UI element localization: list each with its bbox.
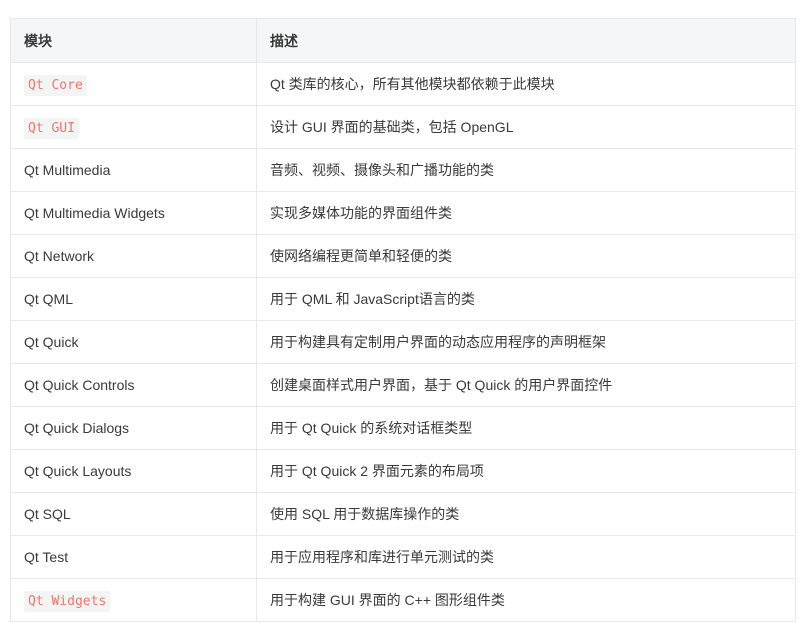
module-cell: Qt Quick Dialogs (10, 406, 257, 450)
table-row: Qt Core Qt 类库的核心，所有其他模块都依赖于此模块 (10, 62, 796, 106)
module-cell: Qt Quick (10, 320, 257, 364)
module-code: Qt Core (24, 74, 87, 96)
module-cell: Qt Test (10, 535, 257, 579)
table-row: Qt Quick Controls 创建桌面样式用户界面，基于 Qt Quick … (10, 363, 796, 407)
module-cell: Qt QML (10, 277, 257, 321)
description-cell: 用于 QML 和 JavaScript语言的类 (256, 277, 796, 321)
module-name: Qt Quick Controls (24, 377, 135, 393)
description-cell: 音频、视频、摄像头和广播功能的类 (256, 148, 796, 192)
module-cell: Qt Network (10, 234, 257, 278)
description-cell: 使网络编程更简单和轻便的类 (256, 234, 796, 278)
description-cell: 用于 Qt Quick 的系统对话框类型 (256, 406, 796, 450)
table-row: Qt Quick Dialogs 用于 Qt Quick 的系统对话框类型 (10, 406, 796, 450)
module-name: Qt Multimedia Widgets (24, 205, 165, 221)
table-row: Qt Network 使网络编程更简单和轻便的类 (10, 234, 796, 278)
module-name: Qt Quick Dialogs (24, 420, 130, 436)
table-row: Qt GUI 设计 GUI 界面的基础类，包括 OpenGL (10, 105, 796, 149)
module-cell: Qt Core (10, 62, 257, 106)
table-header-row: 模块 描述 (10, 18, 796, 63)
modules-table: 模块 描述 Qt Core Qt 类库的核心，所有其他模块都依赖于此模块 Qt GU… (10, 18, 796, 622)
description-cell: 设计 GUI 界面的基础类，包括 OpenGL (256, 105, 796, 149)
description-cell: 使用 SQL 用于数据库操作的类 (256, 492, 796, 536)
table-row: Qt Multimedia 音频、视频、摄像头和广播功能的类 (10, 148, 796, 192)
module-cell: Qt SQL (10, 492, 257, 536)
description-cell: 用于构建 GUI 界面的 C++ 图形组件类 (256, 578, 796, 622)
header-module: 模块 (10, 18, 257, 63)
module-name: Qt Quick (24, 334, 79, 350)
table-row: Qt SQL 使用 SQL 用于数据库操作的类 (10, 492, 796, 536)
module-name: Qt Multimedia (24, 162, 111, 178)
module-code: Qt Widgets (24, 590, 111, 612)
module-code: Qt GUI (24, 117, 79, 139)
description-cell: Qt 类库的核心，所有其他模块都依赖于此模块 (256, 62, 796, 106)
module-cell: Qt GUI (10, 105, 257, 149)
module-cell: Qt Multimedia Widgets (10, 191, 257, 235)
table-row: Qt Quick 用于构建具有定制用户界面的动态应用程序的声明框架 (10, 320, 796, 364)
table-row: Qt Quick Layouts 用于 Qt Quick 2 界面元素的布局项 (10, 449, 796, 493)
module-name: Qt Quick Layouts (24, 463, 132, 479)
description-cell: 实现多媒体功能的界面组件类 (256, 191, 796, 235)
table-row: Qt QML 用于 QML 和 JavaScript语言的类 (10, 277, 796, 321)
description-cell: 用于应用程序和库进行单元测试的类 (256, 535, 796, 579)
table-row: Qt Widgets 用于构建 GUI 界面的 C++ 图形组件类 (10, 578, 796, 622)
module-cell: Qt Multimedia (10, 148, 257, 192)
module-name: Qt QML (24, 291, 74, 307)
table-row: Qt Multimedia Widgets 实现多媒体功能的界面组件类 (10, 191, 796, 235)
module-cell: Qt Quick Layouts (10, 449, 257, 493)
module-name: Qt SQL (24, 506, 71, 522)
header-description: 描述 (256, 18, 796, 63)
table-row: Qt Test 用于应用程序和库进行单元测试的类 (10, 535, 796, 579)
description-cell: 创建桌面样式用户界面，基于 Qt Quick 的用户界面控件 (256, 363, 796, 407)
module-name: Qt Network (24, 248, 95, 264)
module-cell: Qt Quick Controls (10, 363, 257, 407)
module-cell: Qt Widgets (10, 578, 257, 622)
module-name: Qt Test (24, 549, 69, 565)
description-cell: 用于 Qt Quick 2 界面元素的布局项 (256, 449, 796, 493)
description-cell: 用于构建具有定制用户界面的动态应用程序的声明框架 (256, 320, 796, 364)
